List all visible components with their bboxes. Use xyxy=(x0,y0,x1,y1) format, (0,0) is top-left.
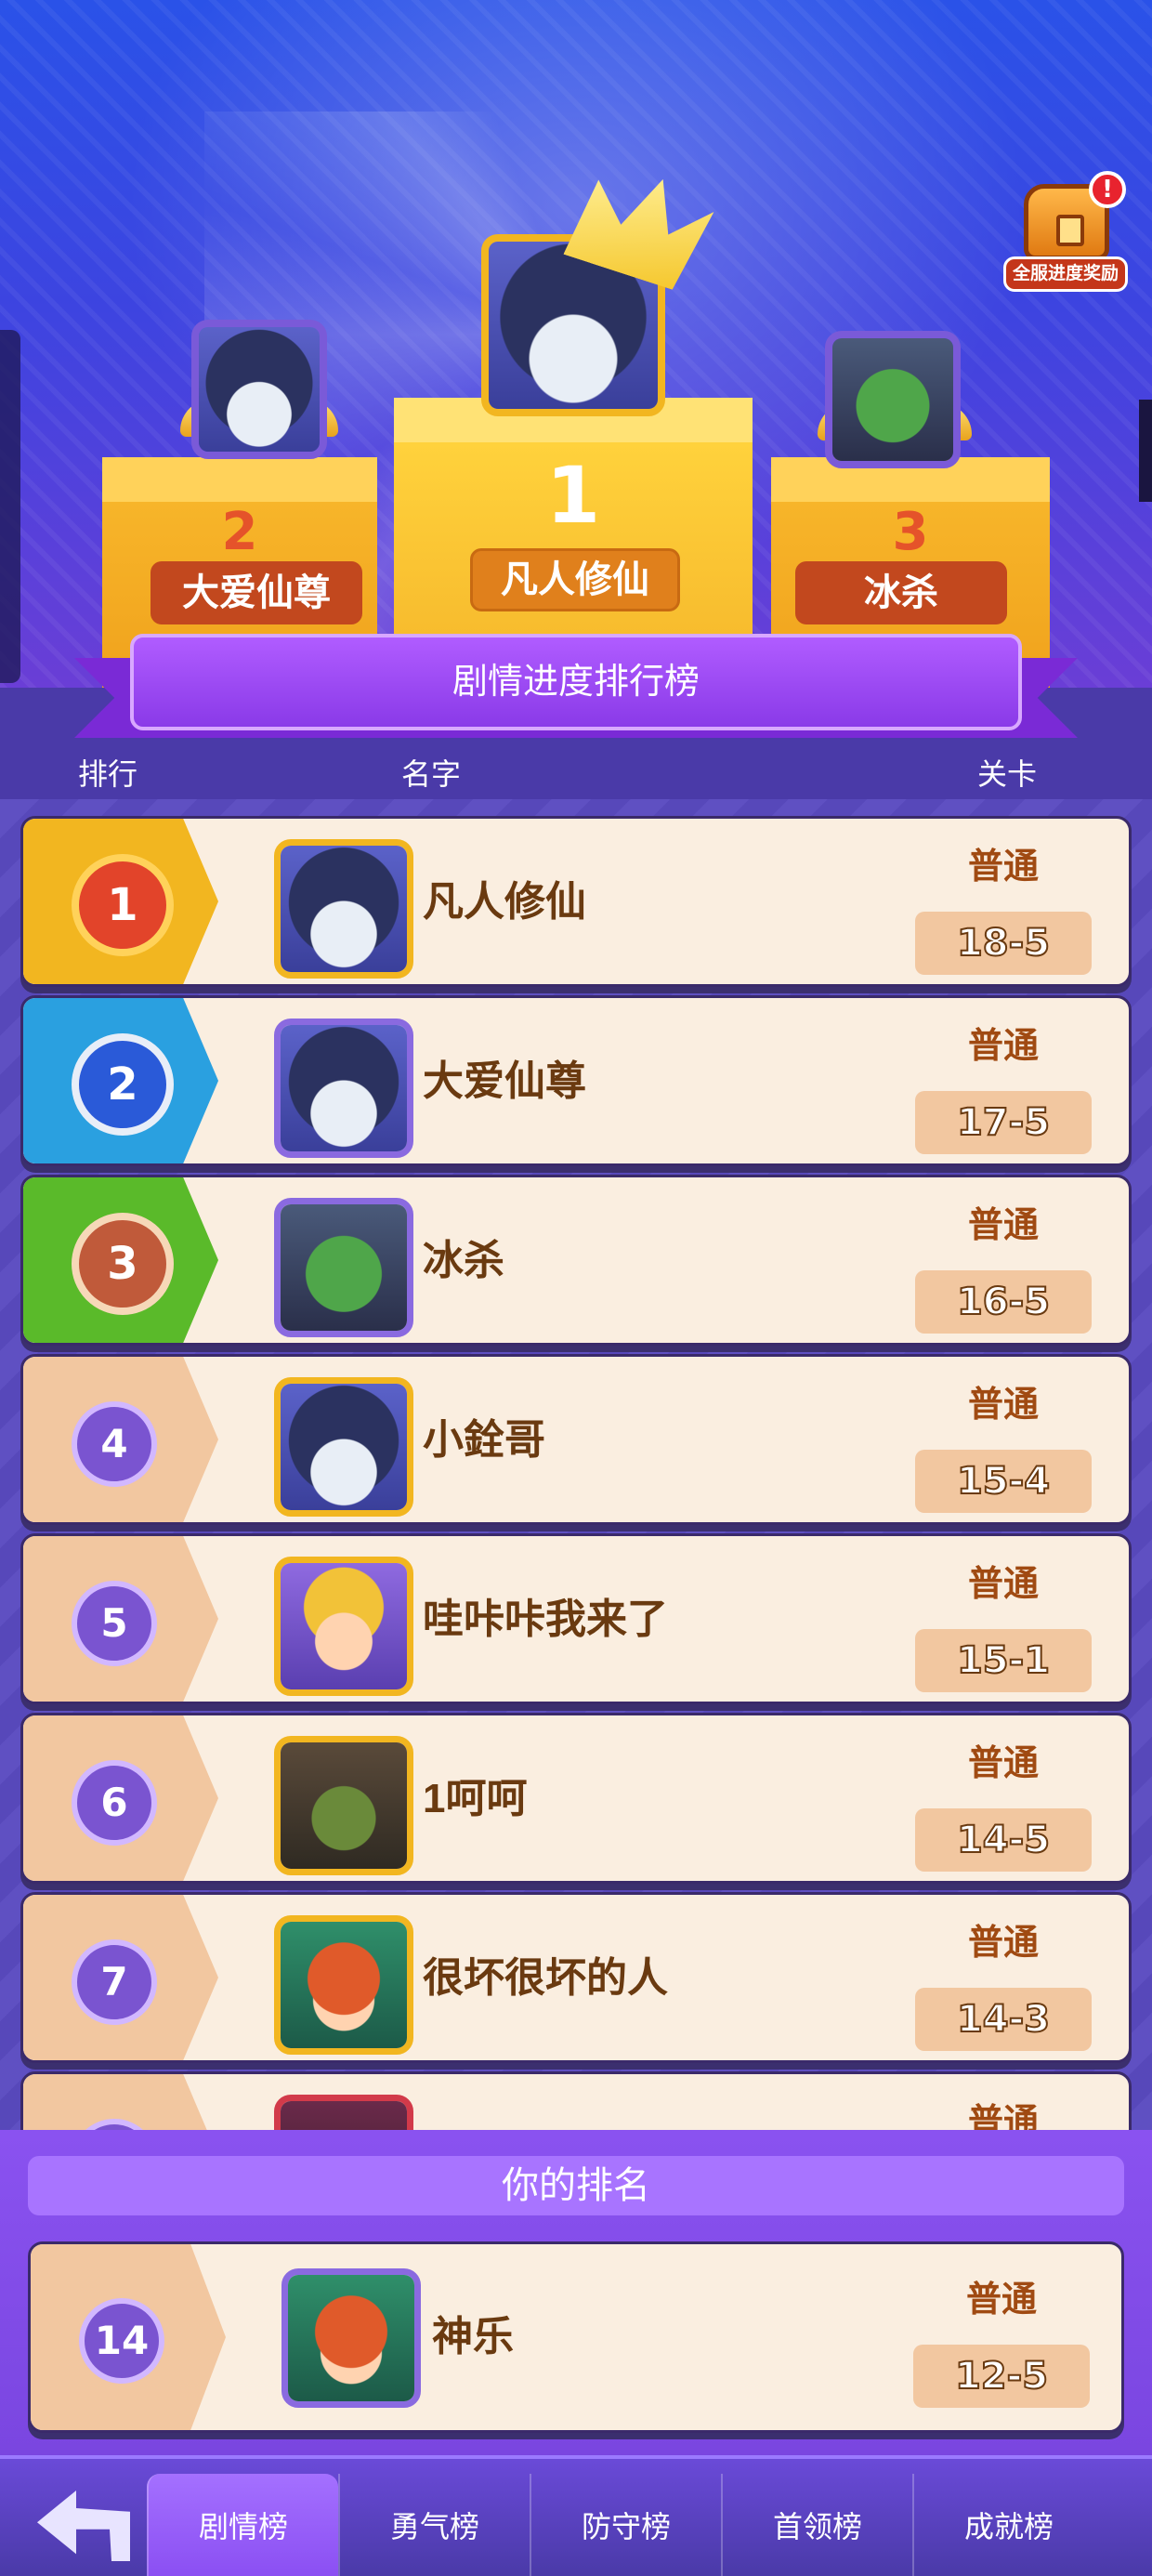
difficulty-label: 普通 xyxy=(967,1924,1039,1963)
player-name: 1呵呵 xyxy=(423,1776,528,1821)
player-avatar xyxy=(274,839,413,979)
stage-badge: 14-5 xyxy=(915,1808,1092,1872)
my-rank-header: 你的排名 xyxy=(28,2156,1124,2215)
bronze-medal-icon: 3 xyxy=(72,1213,174,1315)
my-avatar xyxy=(281,2268,421,2408)
back-arrow-icon xyxy=(37,2491,130,2561)
podium-rank-1: 1 xyxy=(545,450,601,541)
difficulty-label: 普通 xyxy=(967,1206,1039,1245)
difficulty-label: 普通 xyxy=(967,1744,1039,1783)
stage-badge: 15-1 xyxy=(915,1629,1092,1692)
stage-badge: 18-5 xyxy=(915,912,1092,975)
player-name: 凡人修仙 xyxy=(423,879,586,925)
ranking-list[interactable]: 1 凡人修仙 普通 18-5 2 大爱仙尊 普通 17-5 3 冰杀 普通 16… xyxy=(0,799,1152,2130)
player-avatar xyxy=(274,2095,413,2130)
column-header-stage: 关卡 xyxy=(977,757,1038,791)
ranking-row[interactable]: 6 1呵呵 普通 14-5 xyxy=(20,1713,1132,1884)
ranking-row[interactable]: 8 普通 xyxy=(20,2071,1132,2130)
alert-badge: ! xyxy=(1089,171,1126,208)
podium-avatar-2 xyxy=(191,320,327,459)
ranking-row[interactable]: 1 凡人修仙 普通 18-5 xyxy=(20,816,1132,987)
rank-number: 7 xyxy=(72,1939,157,2025)
ranking-row[interactable]: 5 哇咔咔我来了 普通 15-1 xyxy=(20,1533,1132,1704)
gold-medal-icon: 1 xyxy=(72,854,174,956)
ranking-row[interactable]: 3 冰杀 普通 16-5 xyxy=(20,1175,1132,1346)
rank-number: 6 xyxy=(72,1760,157,1846)
player-avatar xyxy=(274,1915,413,2055)
my-rank-number: 14 xyxy=(79,2298,164,2384)
column-header-rank: 排行 xyxy=(78,757,138,791)
podium-rank-2: 2 xyxy=(221,502,258,562)
player-avatar xyxy=(274,1198,413,1337)
podium-avatar-3 xyxy=(825,331,961,468)
difficulty-label: 普通 xyxy=(967,2103,1039,2130)
player-name: 大爱仙尊 xyxy=(423,1058,586,1104)
ranking-row[interactable]: 2 大爱仙尊 普通 17-5 xyxy=(20,995,1132,1166)
column-header-name: 名字 xyxy=(401,757,462,791)
player-name: 哇咔咔我来了 xyxy=(423,1597,668,1642)
tab-achievement[interactable]: 成就榜 xyxy=(912,2474,1104,2576)
player-avatar xyxy=(274,1557,413,1696)
tab-story[interactable]: 剧情榜 xyxy=(147,2474,338,2576)
podium-rank-3: 3 xyxy=(892,502,929,562)
podium-name-1: 凡人修仙 xyxy=(470,548,680,611)
my-name: 神乐 xyxy=(432,2314,514,2359)
bottom-nav: 剧情榜 勇气榜 防守榜 首领榜 成就榜 xyxy=(0,2455,1152,2576)
ranking-row[interactable]: 4 小銓哥 普通 15-4 xyxy=(20,1354,1132,1525)
difficulty-label: 普通 xyxy=(967,1386,1039,1425)
podium-name-3: 冰杀 xyxy=(795,561,1007,624)
tab-defense[interactable]: 防守榜 xyxy=(530,2474,721,2576)
stage-badge: 14-3 xyxy=(915,1988,1092,2051)
podium-name-2: 大爱仙尊 xyxy=(151,561,362,624)
player-name: 冰杀 xyxy=(423,1238,504,1283)
player-name: 小銓哥 xyxy=(423,1417,545,1463)
my-stage-badge: 12-5 xyxy=(913,2345,1090,2408)
player-avatar xyxy=(274,1736,413,1875)
player-avatar xyxy=(274,1377,413,1517)
difficulty-label: 普通 xyxy=(967,848,1039,887)
player-avatar xyxy=(274,1019,413,1158)
podium-hero: ! 全服进度奖励 2 大爱仙尊 3 冰杀 1 凡人修仙 xyxy=(0,0,1152,688)
stage-badge: 17-5 xyxy=(915,1091,1092,1154)
tab-boss[interactable]: 首领榜 xyxy=(721,2474,912,2576)
my-difficulty: 普通 xyxy=(965,2280,1037,2320)
my-rank-row[interactable]: 14 神乐 普通 12-5 xyxy=(28,2241,1124,2433)
player-name: 很坏很坏的人 xyxy=(423,1955,668,2001)
ranking-row[interactable]: 7 很坏很坏的人 普通 14-3 xyxy=(20,1892,1132,2063)
difficulty-label: 普通 xyxy=(967,1027,1039,1066)
side-edge xyxy=(1139,400,1152,502)
rank-number: 5 xyxy=(72,1581,157,1666)
back-button[interactable] xyxy=(28,2487,139,2561)
stage-badge: 15-4 xyxy=(915,1450,1092,1513)
leaderboard-title: 剧情进度排行榜 xyxy=(130,634,1022,730)
difficulty-label: 普通 xyxy=(967,1565,1039,1604)
side-tab[interactable] xyxy=(0,330,20,683)
stage-badge: 16-5 xyxy=(915,1270,1092,1334)
tab-courage[interactable]: 勇气榜 xyxy=(338,2474,530,2576)
silver-medal-icon: 2 xyxy=(72,1033,174,1136)
reward-label: 全服进度奖励 xyxy=(1003,256,1128,292)
server-progress-reward-button[interactable]: ! 全服进度奖励 xyxy=(1003,171,1128,299)
rank-number: 4 xyxy=(72,1401,157,1487)
